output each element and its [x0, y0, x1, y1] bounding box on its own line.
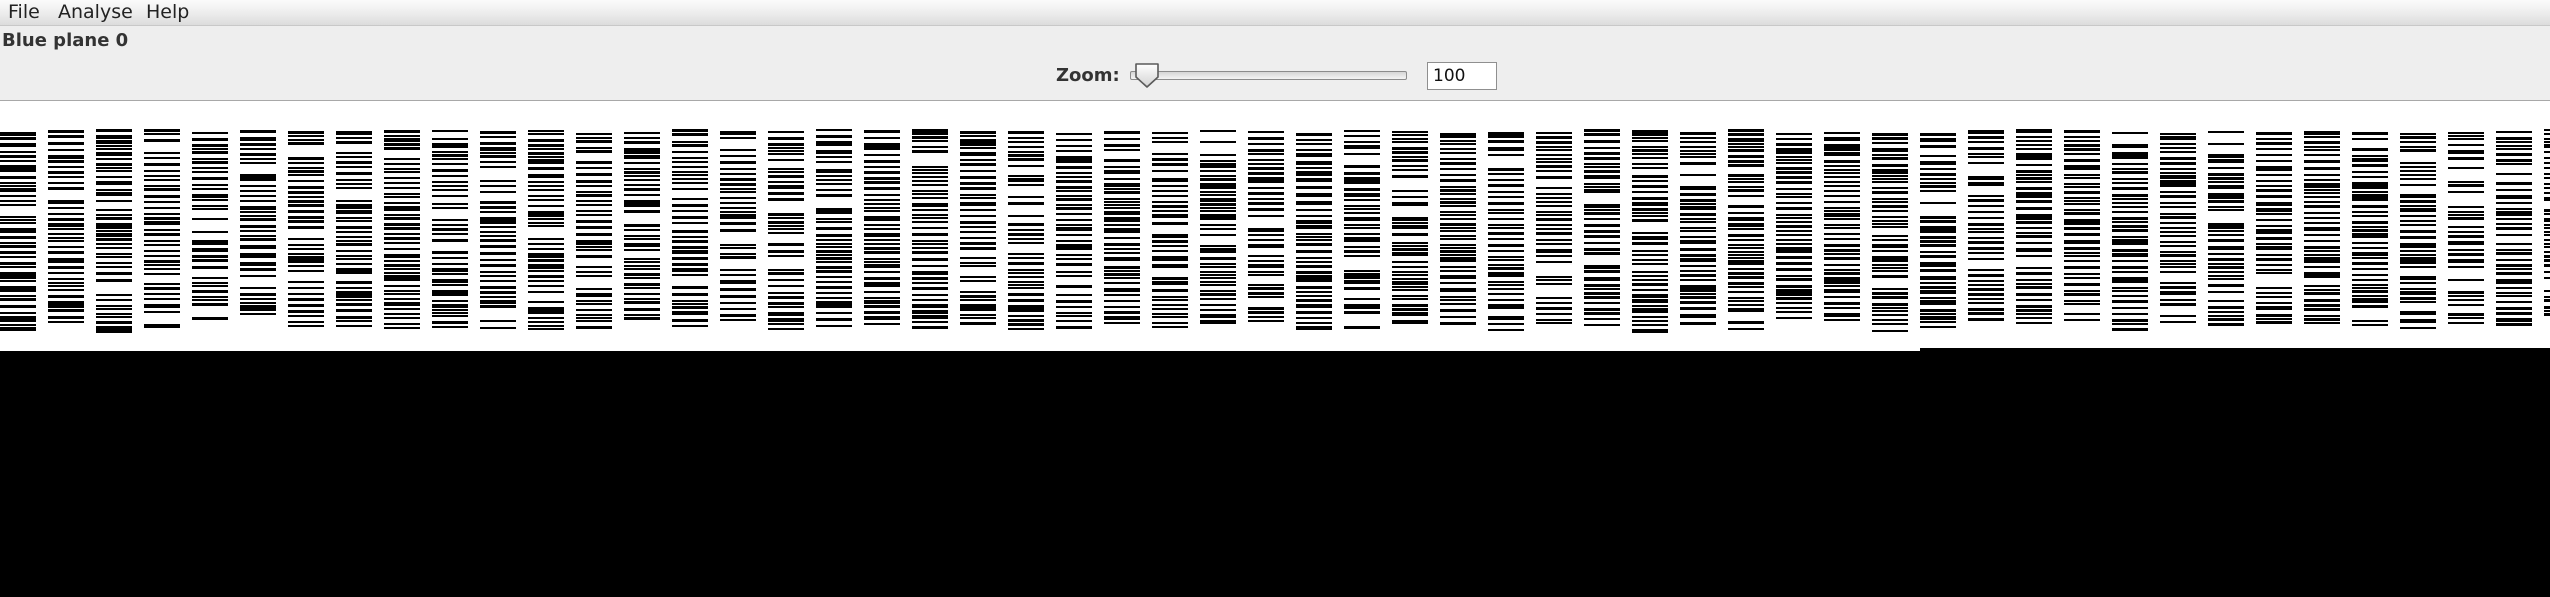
menu-bar: File Analyse Help: [0, 0, 2550, 26]
image-viewer[interactable]: [0, 100, 2550, 597]
slider-thumb-icon: [1135, 63, 1159, 88]
zoom-slider[interactable]: [1130, 62, 1407, 90]
zoom-slider-track[interactable]: [1130, 71, 1407, 80]
plane-title: Blue plane 0: [2, 30, 129, 51]
menu-file[interactable]: File: [8, 0, 40, 26]
blue-plane-image: [0, 101, 2550, 351]
zoom-value-field[interactable]: [1427, 62, 1497, 90]
menu-analyse[interactable]: Analyse: [58, 0, 133, 26]
menu-help[interactable]: Help: [146, 0, 189, 26]
zoom-label: Zoom:: [1056, 65, 1120, 86]
